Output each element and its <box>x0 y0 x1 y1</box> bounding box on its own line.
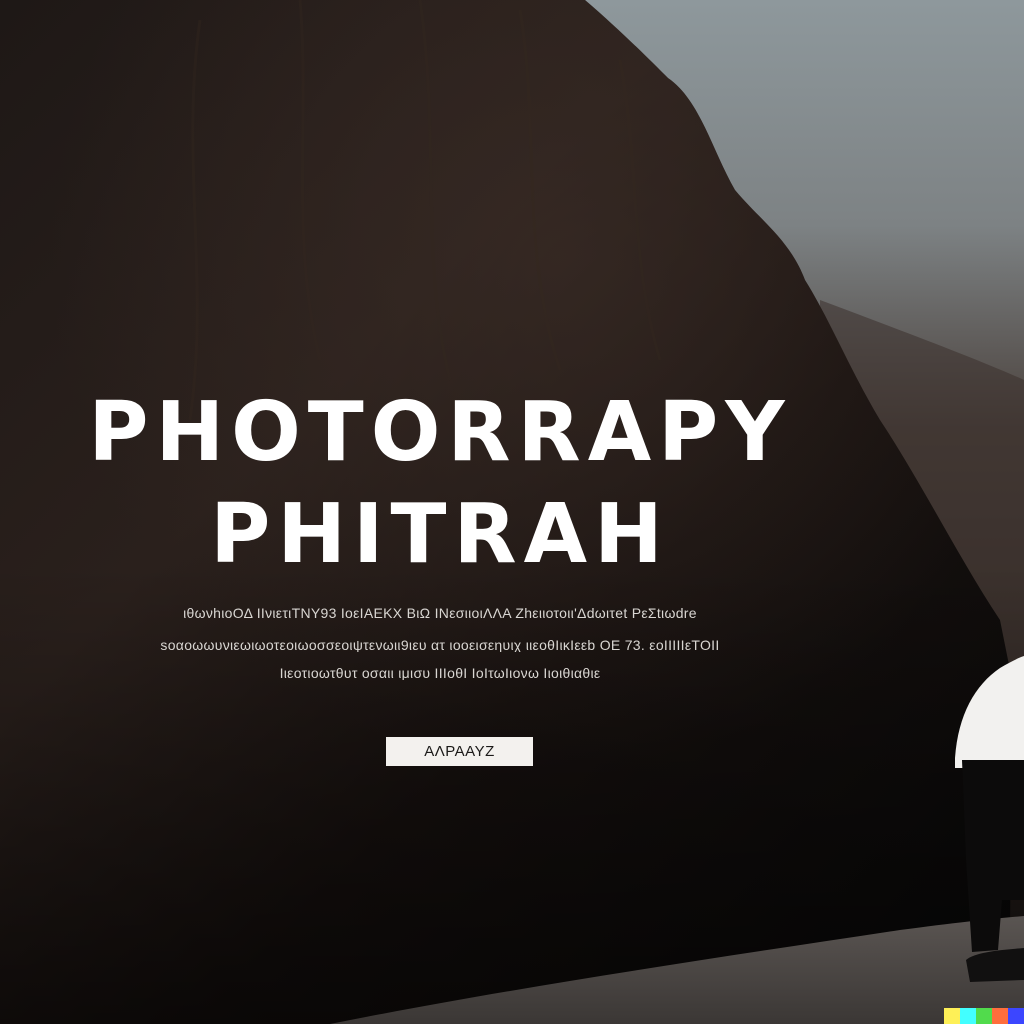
badge-swatch <box>960 1008 976 1024</box>
hero-title-line-2: PHITRAH <box>210 487 670 582</box>
hero-page: PHOTORRAPY PHITRAH ιθωνhιοΟΔ ΙΙνιετιΤΝΥ9… <box>0 0 1024 1024</box>
badge-swatch <box>992 1008 1008 1024</box>
badge-swatch <box>976 1008 992 1024</box>
cta-button[interactable]: ΑΛΡΑΑΥΖ <box>386 737 533 766</box>
hero-description-line-3: Ιιεοτιοωτθυτ οσαιι ιμισυ ΙΙΙοθΙ ΙοΙτωΙιο… <box>279 666 601 680</box>
hero-title-line-1: PHOTORRAPY <box>88 385 792 480</box>
color-badge-strip <box>944 1008 1024 1024</box>
hero-description-line-2: soαοωωυνιεωιωοτεοιωοσσεοιψτενωιι9ιευ ατ … <box>160 638 720 652</box>
badge-swatch <box>944 1008 960 1024</box>
badge-swatch <box>1008 1008 1024 1024</box>
hero-description-line-1: ιθωνhιοΟΔ ΙΙνιετιΤΝΥ93 ΙοεΙΑΕΚΧ ΒιΩ ΙΝεσ… <box>183 606 697 620</box>
